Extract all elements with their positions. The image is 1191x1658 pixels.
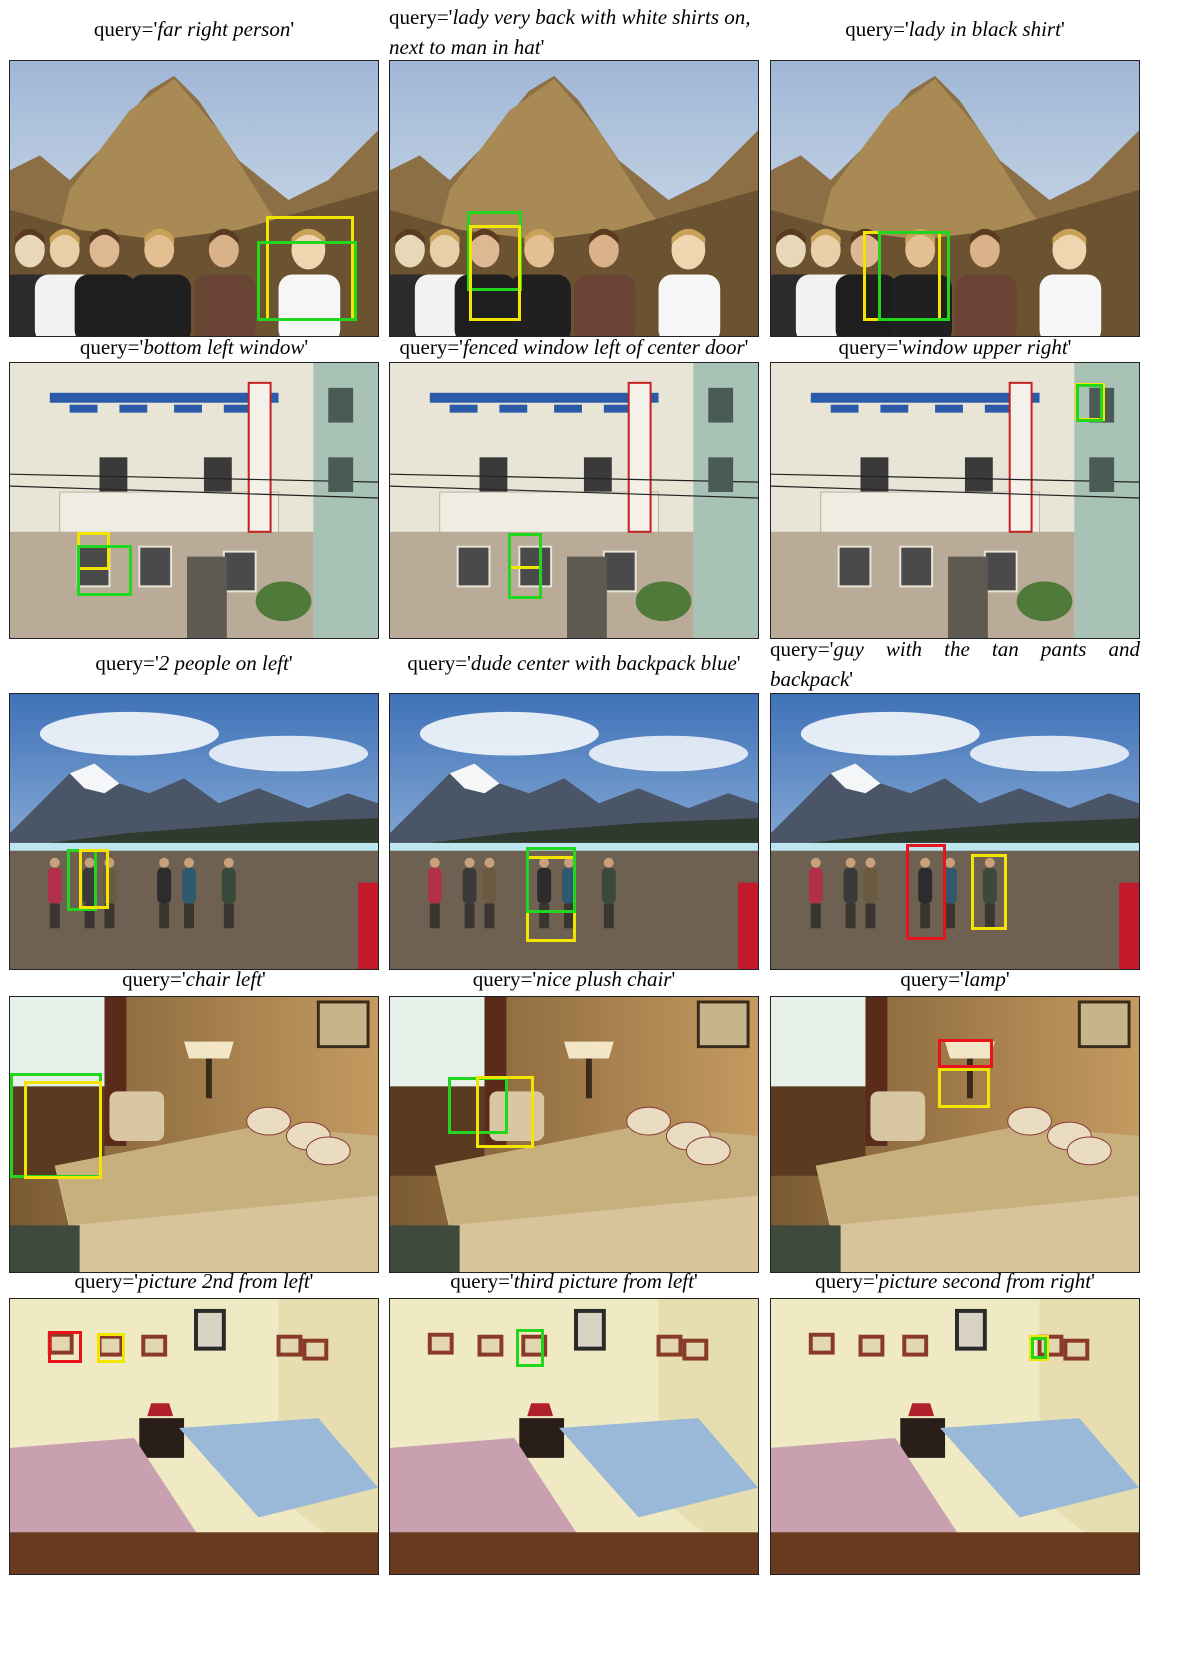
yellow-bounding-box: [469, 225, 521, 321]
scene-photo-twin-bedroom: [9, 1298, 379, 1575]
caption-suffix: ': [849, 667, 854, 691]
scene-photo-hotel-facade: [770, 362, 1140, 639]
green-bounding-box: [1076, 384, 1103, 422]
caption-prefix: query=': [407, 651, 471, 675]
query-caption: query='chair left': [9, 964, 379, 994]
caption-suffix: ': [1005, 967, 1010, 991]
query-text: picture 2nd from left: [137, 1269, 310, 1293]
green-bounding-box: [1031, 1337, 1047, 1359]
caption-suffix: ': [288, 651, 293, 675]
scene-photo-hotel-bedroom: [389, 996, 759, 1273]
query-caption: query='third picture from left': [389, 1266, 759, 1296]
query-caption: query='nice plush chair': [389, 964, 759, 994]
query-caption: query='fenced window left of center door…: [389, 332, 759, 362]
query-caption: query='dude center with backpack blue': [389, 648, 759, 678]
query-text: chair left: [185, 967, 263, 991]
scene-photo-glacier-hikers: [770, 693, 1140, 970]
yellow-bounding-box: [79, 849, 109, 909]
caption-suffix: ': [744, 335, 749, 359]
caption-prefix: query=': [95, 651, 159, 675]
green-bounding-box: [516, 1329, 544, 1367]
query-text: lady in black shirt: [908, 17, 1061, 41]
caption-prefix: query=': [122, 967, 186, 991]
red-bounding-box: [906, 844, 946, 940]
scene-photo-twin-bedroom: [770, 1298, 1140, 1575]
caption-suffix: ': [1060, 17, 1065, 41]
query-caption: query='far right person': [9, 14, 379, 44]
green-bounding-box: [257, 241, 357, 321]
green-bounding-box: [508, 533, 542, 599]
query-caption: query='lady very back with white shirts …: [389, 2, 759, 62]
yellow-bounding-box: [971, 854, 1007, 930]
query-caption: query='bottom left window': [9, 332, 379, 362]
caption-prefix: query=': [900, 967, 964, 991]
caption-suffix: ': [1067, 335, 1072, 359]
query-text: window upper right: [901, 335, 1068, 359]
scene-photo-mountain-people: [9, 60, 379, 337]
query-text: lamp: [963, 967, 1006, 991]
caption-prefix: query=': [389, 5, 453, 29]
caption-prefix: query=': [472, 967, 537, 991]
caption-suffix: ': [304, 335, 309, 359]
scene-photo-hotel-bedroom: [770, 996, 1140, 1273]
caption-prefix: query=': [770, 637, 834, 661]
red-bounding-box: [48, 1331, 82, 1363]
caption-suffix: ': [540, 35, 545, 59]
query-caption: query='guy with the tan pants and backpa…: [770, 634, 1140, 694]
caption-prefix: query=': [399, 335, 463, 359]
query-text: fenced window left of center door: [462, 335, 745, 359]
caption-prefix: query=': [450, 1269, 514, 1293]
scene-photo-mountain-people: [770, 60, 1140, 337]
caption-suffix: ': [262, 967, 266, 991]
green-bounding-box: [77, 545, 132, 596]
caption-suffix: ': [671, 967, 676, 991]
scene-photo-hotel-bedroom: [9, 996, 379, 1273]
scene-photo-hotel-facade: [389, 362, 759, 639]
caption-prefix: query=': [845, 17, 909, 41]
green-bounding-box: [878, 231, 950, 321]
caption-prefix: query=': [74, 1269, 138, 1293]
scene-photo-mountain-people: [389, 60, 759, 337]
query-caption: query='picture second from right': [770, 1266, 1140, 1296]
caption-prefix: query=': [838, 335, 902, 359]
caption-prefix: query=': [815, 1269, 879, 1293]
caption-prefix: query=': [79, 335, 144, 359]
scene-photo-hotel-facade: [9, 362, 379, 639]
scene-photo-glacier-hikers: [9, 693, 379, 970]
query-caption: query='lady in black shirt': [770, 14, 1140, 44]
query-text: 2 people on left: [158, 651, 289, 675]
scene-photo-twin-bedroom: [389, 1298, 759, 1575]
yellow-bounding-box: [476, 1076, 534, 1148]
query-caption: query='2 people on left': [9, 648, 379, 678]
caption-suffix: ': [309, 1269, 314, 1293]
query-text: bottom left window: [143, 335, 305, 359]
query-caption: query='picture 2nd from left': [9, 1266, 379, 1296]
query-caption: query='window upper right': [770, 332, 1140, 362]
results-grid: query='far right person' query='lady very…: [0, 0, 1191, 1658]
caption-suffix: ': [290, 17, 295, 41]
query-text: dude center with backpack blue: [470, 651, 737, 675]
query-text: nice plush chair: [536, 967, 672, 991]
caption-suffix: ': [1091, 1269, 1095, 1293]
scene-photo-glacier-hikers: [389, 693, 759, 970]
yellow-bounding-box: [938, 1068, 990, 1108]
yellow-bounding-box: [24, 1081, 102, 1179]
caption-suffix: ': [693, 1269, 698, 1293]
query-text: picture second from right: [878, 1269, 1092, 1293]
green-bounding-box: [526, 847, 576, 913]
query-caption: query='lamp': [770, 964, 1140, 994]
query-text: third picture from left: [513, 1269, 694, 1293]
query-text: far right person: [157, 17, 291, 41]
caption-prefix: query=': [93, 17, 158, 41]
caption-suffix: ': [736, 651, 741, 675]
red-bounding-box: [938, 1039, 993, 1068]
yellow-bounding-box: [97, 1333, 125, 1363]
